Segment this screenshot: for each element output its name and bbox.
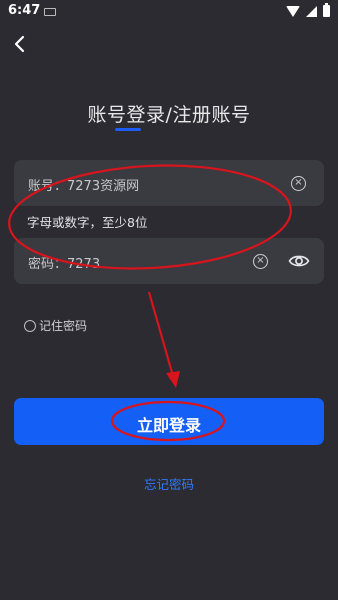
account-field[interactable]: 账号：7273资源网 ×	[14, 160, 324, 206]
wifi-icon	[286, 5, 300, 17]
eye-icon[interactable]	[288, 252, 310, 270]
system-icons	[286, 3, 330, 17]
clear-icon[interactable]: ×	[253, 254, 268, 269]
status-time: 6:47	[8, 3, 41, 18]
signal-icon	[306, 5, 317, 17]
annotation-arrow-line	[147, 291, 175, 377]
login-button-label: 立即登录	[136, 416, 201, 435]
password-input[interactable]: 密码：7273	[28, 253, 100, 272]
remember-password-toggle[interactable]: 记住密码	[24, 317, 87, 334]
battery-icon	[323, 3, 330, 17]
page-title: 账号登录/注册账号	[87, 104, 251, 126]
red-annotation-overlay	[8, 164, 292, 442]
remember-label: 记住密码	[39, 319, 88, 333]
back-arrow-icon	[14, 35, 25, 53]
back-button[interactable]	[10, 34, 30, 54]
account-input[interactable]: 账号：7273资源网	[28, 175, 139, 194]
title-underline	[115, 128, 141, 131]
annotation-arrow-head	[166, 371, 180, 388]
remember-radio[interactable]	[24, 319, 36, 332]
forgot-password-link[interactable]: 忘记密码	[0, 474, 338, 493]
keyboard-icon	[44, 8, 56, 16]
status-bar: 6:47	[0, 0, 338, 24]
clear-icon[interactable]: ×	[291, 176, 306, 191]
password-field[interactable]: 密码：7273 ×	[14, 238, 324, 284]
login-button[interactable]: 立即登录	[14, 398, 324, 445]
account-hint: 字母或数字，至少8位	[27, 215, 148, 230]
